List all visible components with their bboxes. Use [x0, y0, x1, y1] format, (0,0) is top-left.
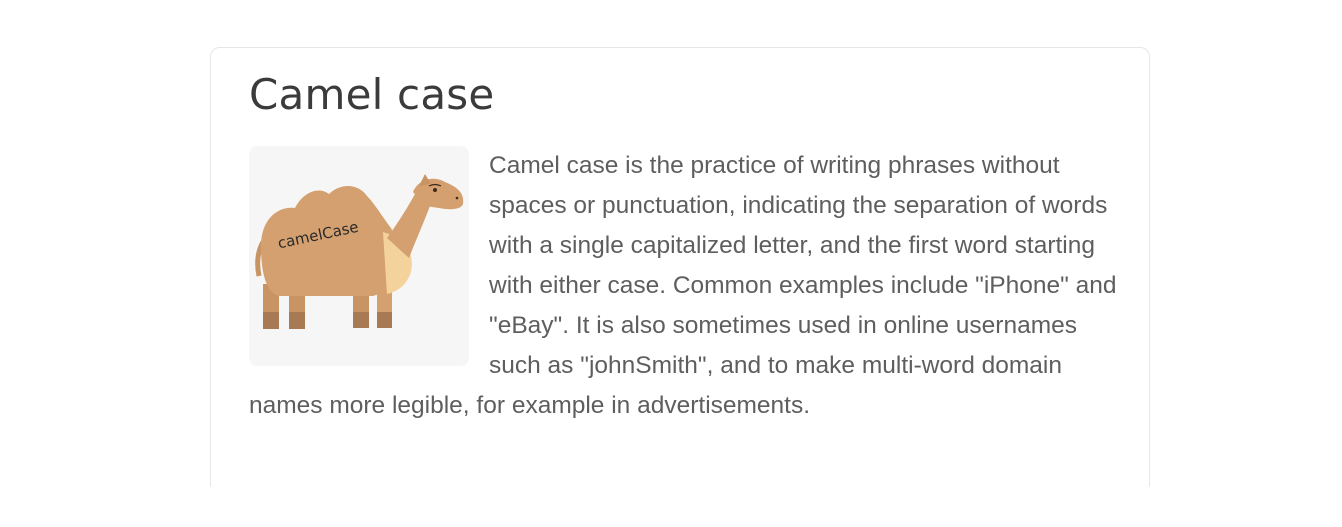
article-content: camelCase Camel case is the practice of …: [249, 146, 1119, 426]
camel-illustration: camelCase: [255, 174, 464, 329]
camel-case-image[interactable]: camelCase: [249, 146, 469, 366]
article-card: Camel case camelCase Camel case is the p…: [210, 47, 1150, 487]
article-title: Camel case: [249, 70, 495, 119]
